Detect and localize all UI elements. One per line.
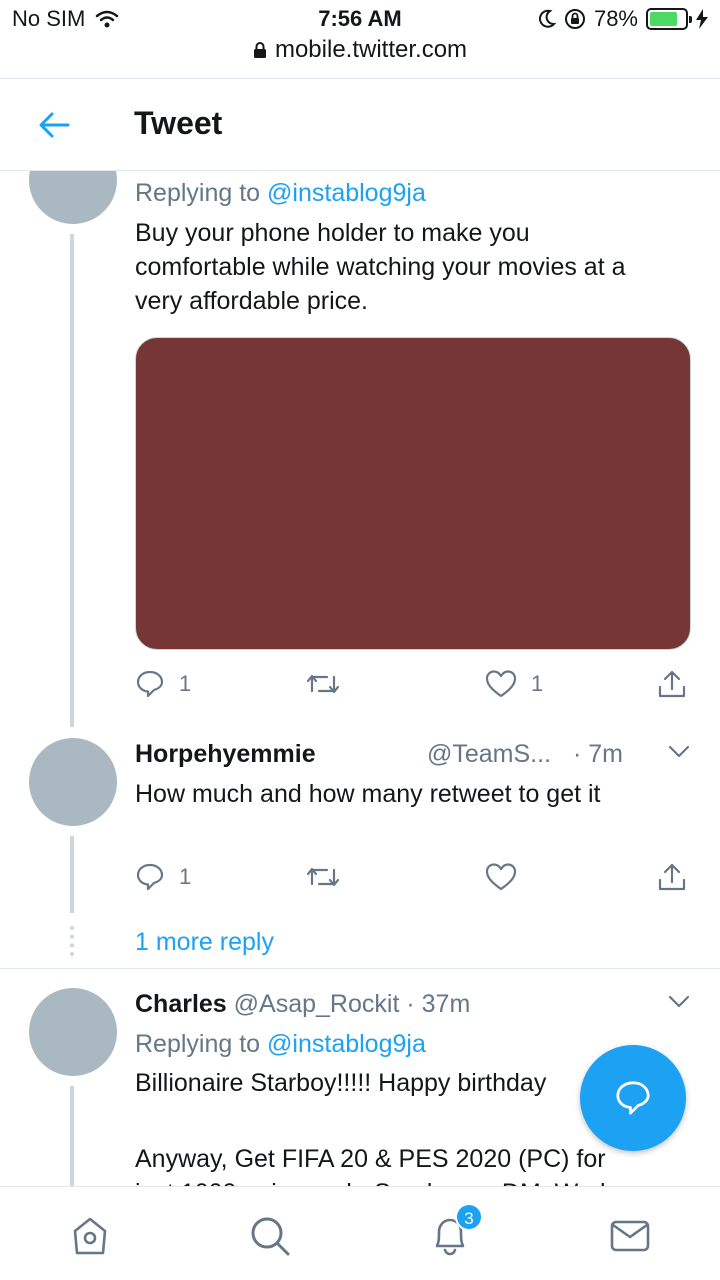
rotation-lock-icon	[564, 9, 585, 29]
url-bar[interactable]: mobile.twitter.com	[0, 36, 720, 64]
more-replies-link[interactable]: 1 more reply	[135, 925, 274, 959]
compose-reply-button[interactable]	[580, 1045, 686, 1151]
retweet-button[interactable]	[305, 669, 341, 699]
back-button[interactable]	[32, 105, 76, 145]
nav-notifications[interactable]: 3	[425, 1203, 483, 1261]
tweet-actions: 1 1	[135, 669, 691, 705]
page-header: Tweet	[0, 78, 720, 171]
moon-icon	[538, 9, 556, 28]
nav-messages[interactable]	[605, 1211, 655, 1261]
user-handle[interactable]: @Asap_Rockit	[234, 990, 400, 1018]
display-name[interactable]: Charles	[135, 990, 227, 1018]
tweet-text: How much and how many retweet to get it	[135, 780, 601, 808]
share-icon	[658, 670, 686, 698]
lock-icon	[253, 42, 266, 58]
charging-bolt-icon	[696, 9, 708, 29]
avatar[interactable]	[29, 988, 117, 1076]
avatar[interactable]	[29, 171, 117, 224]
thread-line	[70, 836, 74, 913]
reply-icon	[136, 670, 164, 698]
thread-line	[70, 234, 74, 727]
like-button[interactable]	[485, 862, 517, 892]
nav-home[interactable]	[65, 1211, 115, 1261]
battery-percent: 78%	[593, 6, 638, 31]
tweet-header: Charles @Asap_Rockit · 37m	[135, 987, 470, 1021]
retweet-icon	[306, 867, 340, 887]
chevron-down-icon[interactable]	[668, 995, 690, 1009]
battery-icon	[646, 8, 692, 30]
chevron-down-icon[interactable]	[668, 745, 690, 759]
display-name[interactable]: Horpehyemmie	[135, 740, 316, 768]
status-bar: No SIM 7:56 AM 78%	[0, 0, 720, 40]
reply-count: 1	[179, 864, 192, 889]
notification-badge: 3	[455, 1203, 483, 1231]
reply-count: 1	[179, 671, 192, 696]
share-button[interactable]	[657, 669, 687, 699]
heart-icon	[485, 670, 517, 698]
tweet-media-image[interactable]	[135, 337, 691, 650]
replying-to: Replying to @instablog9ja	[135, 1030, 426, 1058]
battery-fill	[650, 12, 677, 26]
mail-icon	[610, 1220, 650, 1252]
home-icon	[73, 1217, 107, 1255]
tweet-header: Horpehyemmie @TeamS... · 7m	[135, 737, 691, 771]
replying-to: Replying to @instablog9ja	[135, 179, 426, 207]
search-icon	[251, 1217, 290, 1256]
share-button[interactable]	[657, 862, 687, 892]
reply-icon	[136, 863, 164, 891]
thread-line	[70, 1086, 74, 1186]
retweet-icon	[306, 674, 340, 694]
divider	[0, 968, 720, 969]
reply-button[interactable]: 1	[135, 862, 191, 892]
replying-handle-link[interactable]: @instablog9ja	[267, 179, 426, 207]
reply-button[interactable]: 1	[135, 669, 191, 699]
url-text: mobile.twitter.com	[274, 36, 468, 63]
heart-icon	[485, 863, 517, 891]
share-icon	[658, 863, 686, 891]
retweet-button[interactable]	[305, 862, 341, 892]
user-handle[interactable]: @TeamS...	[427, 737, 551, 771]
back-arrow-icon	[39, 112, 70, 138]
replying-handle-link[interactable]: @instablog9ja	[267, 1030, 426, 1058]
tweet-thread[interactable]: Replying to @instablog9ja Buy your phone…	[0, 171, 720, 1186]
status-right: 78%	[538, 6, 708, 32]
page-title: Tweet	[134, 105, 223, 141]
bottom-nav: 3	[0, 1186, 720, 1280]
tweet-time: · 7m	[573, 740, 623, 768]
like-count: 1	[531, 671, 544, 696]
nav-search[interactable]	[245, 1211, 295, 1261]
like-button[interactable]: 1	[485, 669, 543, 699]
tweet-text: Buy your phone holder to make you comfor…	[135, 219, 626, 315]
thread-dots	[70, 926, 74, 956]
tweet-time: · 37m	[406, 990, 471, 1018]
avatar[interactable]	[29, 738, 117, 826]
reply-bubble-icon	[616, 1081, 650, 1115]
tweet-actions: 1	[135, 862, 691, 898]
